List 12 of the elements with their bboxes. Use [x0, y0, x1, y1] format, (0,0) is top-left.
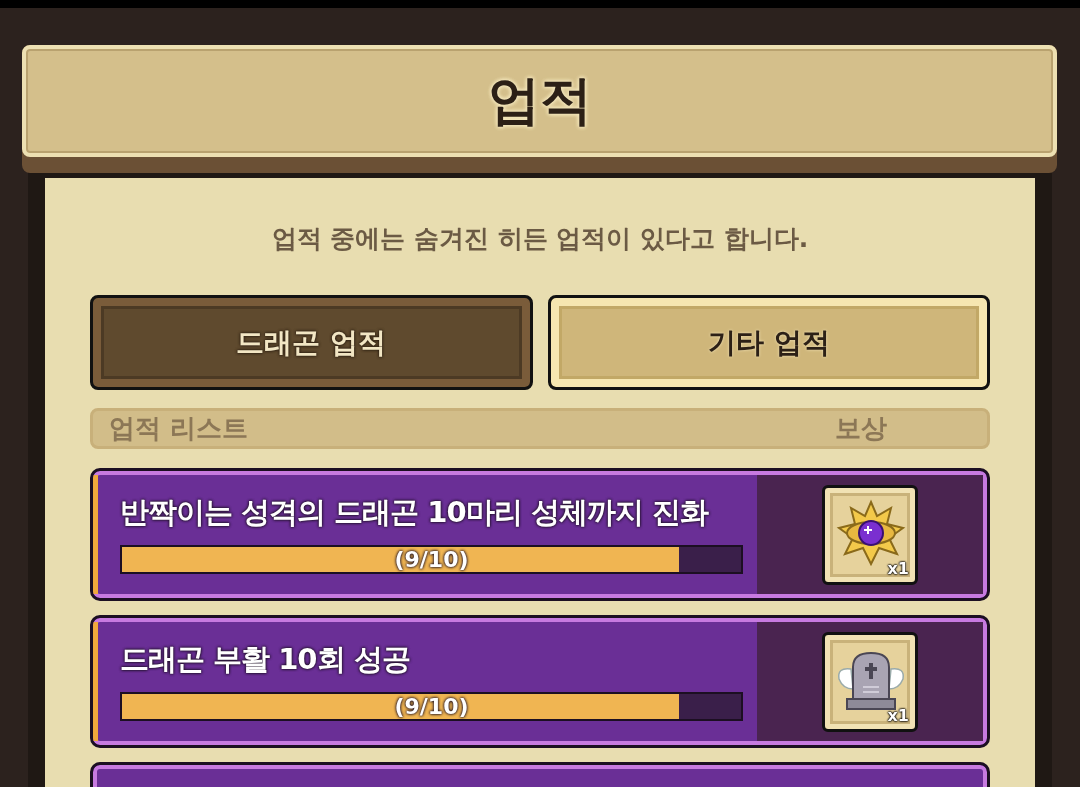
progress-text: (9/10): [394, 547, 469, 572]
tab[interactable]: 드래곤 업적: [90, 295, 533, 390]
quantity-label: x1: [887, 705, 909, 725]
notice-text: 업적 중에는 숨겨진 히든 업적이 있다고 합니다.: [271, 223, 809, 255]
tab[interactable]: 기타 업적: [547, 295, 990, 390]
window-title: 업적: [487, 69, 592, 132]
achievement-name: 반짝이는 성격의 드래곤 10마리 성체까지 진화: [120, 494, 710, 531]
column-heading: 업적 리스트: [109, 412, 249, 445]
column-heading: 보상: [835, 412, 887, 445]
progress-text: (9/10): [394, 694, 469, 719]
achievement-name: 드래곤 부활 10회 성공: [120, 641, 411, 678]
quantity-label: x1: [887, 558, 909, 578]
